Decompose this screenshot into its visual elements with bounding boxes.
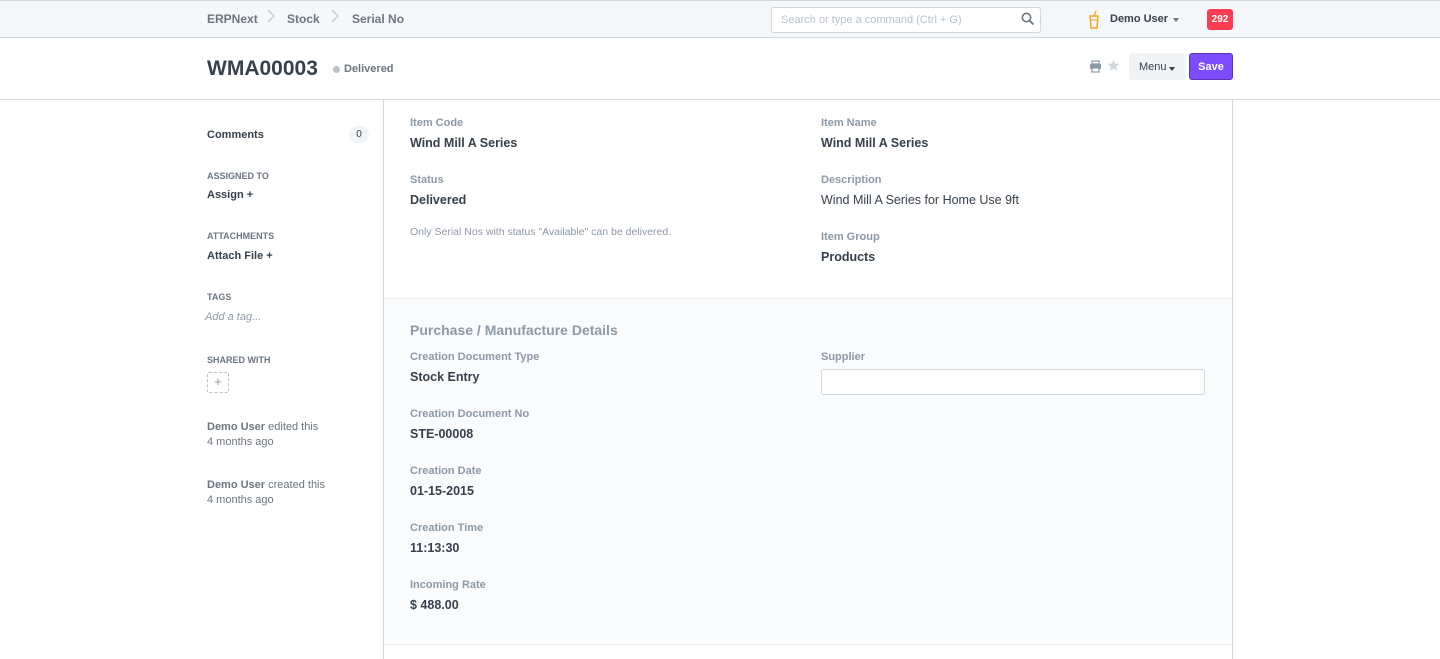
status-indicator-dot — [333, 66, 340, 73]
attachments-heading: ATTACHMENTS — [207, 231, 275, 241]
item-group-label: Item Group — [821, 231, 880, 243]
navbar: ERPNext Stock Serial No Demo User 292 — [0, 0, 1440, 38]
assigned-to-heading: ASSIGNED TO — [207, 171, 269, 181]
menu-button[interactable]: Menu — [1129, 53, 1186, 80]
status-field-label: Status — [410, 174, 444, 186]
timeline-time: 4 months ago — [207, 436, 274, 448]
item-code-value: Wind Mill A Series — [410, 136, 518, 150]
creation-document-no-value: STE-00008 — [410, 427, 474, 441]
search-input[interactable] — [771, 7, 1041, 33]
tags-heading: TAGS — [207, 292, 232, 302]
creation-time-value: 11:13:30 — [410, 541, 460, 555]
timeline-action: edited this — [268, 421, 319, 433]
page-title: WMA00003 — [207, 57, 318, 80]
item-code-label: Item Code — [410, 117, 464, 129]
chevron-down-icon[interactable] — [1173, 18, 1179, 22]
menu-button-label: Menu — [1139, 60, 1167, 73]
chevron-down-icon — [1169, 67, 1175, 71]
creation-document-no-label: Creation Document No — [410, 408, 530, 420]
creation-date-value: 01-15-2015 — [410, 484, 474, 498]
status-help-text: Only Serial Nos with status "Available" … — [410, 226, 672, 238]
user-avatar-icon[interactable] — [1088, 10, 1100, 30]
status-field-value: Delivered — [410, 193, 467, 207]
item-group-value: Products — [821, 250, 876, 264]
print-icon[interactable] — [1089, 60, 1102, 73]
chevron-right-icon — [267, 9, 275, 23]
search-icon[interactable] — [1021, 12, 1035, 26]
add-tag-input[interactable]: Add a tag... — [205, 311, 261, 323]
description-label: Description — [821, 174, 882, 186]
incoming-rate-value: $ 488.00 — [410, 598, 459, 612]
save-button[interactable]: Save — [1189, 53, 1233, 80]
timeline-action: created this — [268, 479, 326, 491]
creation-document-type-label: Creation Document Type — [410, 351, 540, 363]
item-name-label: Item Name — [821, 117, 877, 129]
timeline-user[interactable]: Demo User — [207, 421, 265, 433]
attach-file-link[interactable]: Attach File + — [207, 250, 273, 262]
creation-time-label: Creation Time — [410, 522, 484, 534]
status-indicator: Delivered — [344, 63, 394, 75]
timeline-user[interactable]: Demo User — [207, 479, 265, 491]
supplier-label: Supplier — [821, 351, 866, 363]
description-value: Wind Mill A Series for Home Use 9ft — [821, 193, 1019, 207]
breadcrumb-stock[interactable]: Stock — [287, 12, 320, 26]
share-add-button[interactable]: + — [207, 372, 229, 393]
breadcrumb-erpnext[interactable]: ERPNext — [207, 12, 258, 26]
timeline-item: Demo User edited this 4 months ago — [207, 420, 318, 450]
timeline-time: 4 months ago — [207, 494, 274, 506]
comments-count-badge: 0 — [349, 126, 369, 143]
section-title[interactable]: Purchase / Manufacture Details — [410, 322, 618, 338]
page-head: WMA00003 Delivered Menu Save — [0, 38, 1440, 100]
creation-document-type-value: Stock Entry — [410, 370, 480, 384]
comments-link[interactable]: Comments — [207, 129, 264, 141]
star-icon[interactable] — [1107, 59, 1120, 72]
incoming-rate-label: Incoming Rate — [410, 579, 486, 591]
timeline-item: Demo User created this 4 months ago — [207, 478, 325, 508]
user-menu[interactable]: Demo User — [1110, 13, 1168, 25]
item-name-value: Wind Mill A Series — [821, 136, 929, 150]
breadcrumb-serial-no[interactable]: Serial No — [352, 12, 404, 26]
creation-date-label: Creation Date — [410, 465, 482, 477]
notification-badge[interactable]: 292 — [1207, 9, 1233, 30]
supplier-field[interactable] — [821, 369, 1205, 395]
shared-with-heading: SHARED WITH — [207, 355, 271, 365]
chevron-right-icon — [331, 9, 339, 23]
assign-link[interactable]: Assign + — [207, 189, 253, 201]
